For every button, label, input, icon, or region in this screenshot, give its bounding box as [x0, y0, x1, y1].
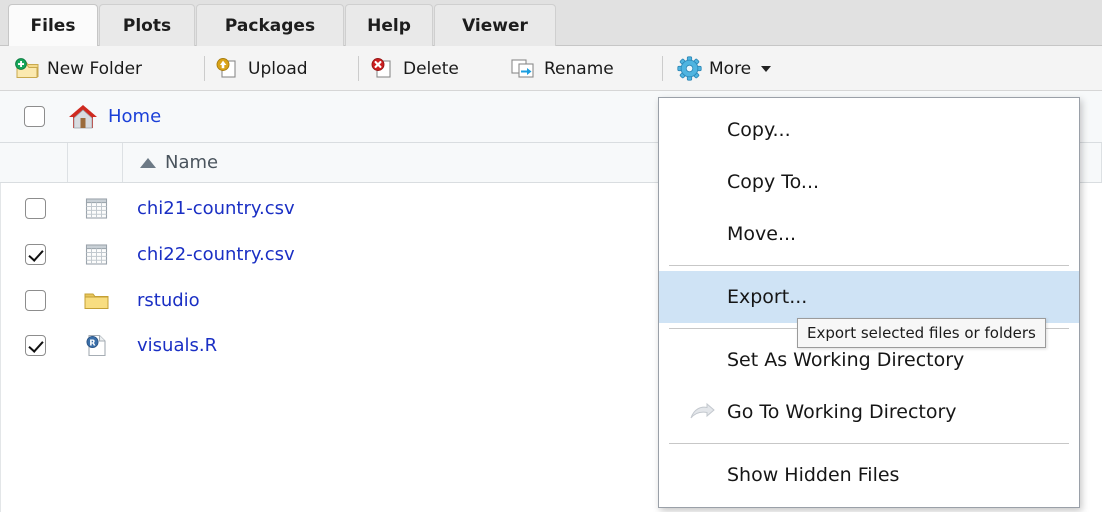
toolbar-button-label: Delete: [403, 58, 459, 79]
select-all-checkbox[interactable]: [23, 106, 45, 127]
csv-file-icon: [84, 242, 109, 267]
column-header-blank: [68, 143, 123, 182]
file-name-link[interactable]: visuals.R: [137, 335, 217, 356]
tab-packages[interactable]: Packages: [196, 4, 344, 46]
export-tooltip: Export selected files or folders: [797, 318, 1046, 348]
file-name-link[interactable]: chi22-country.csv: [137, 244, 295, 265]
new-folder-icon: [14, 57, 40, 80]
toolbar-separator: [204, 56, 205, 81]
rename-button[interactable]: Rename: [510, 46, 614, 91]
r-script-icon: R: [84, 333, 109, 358]
row-checkbox[interactable]: [24, 244, 46, 265]
upload-icon: [215, 57, 241, 80]
menu-item-show-hidden-files[interactable]: Show Hidden Files: [659, 449, 1079, 501]
menu-item-export[interactable]: Export...: [659, 271, 1079, 323]
tab-label: Plots: [122, 15, 172, 36]
file-name-link[interactable]: chi21-country.csv: [137, 198, 295, 219]
delete-button[interactable]: Delete: [370, 46, 459, 91]
row-checkbox[interactable]: [24, 198, 46, 219]
tab-files[interactable]: Files: [8, 4, 98, 46]
tab-help[interactable]: Help: [345, 4, 433, 46]
row-checkbox[interactable]: [24, 290, 46, 311]
upload-button[interactable]: Upload: [215, 46, 308, 91]
menu-item-label: Export...: [727, 286, 808, 308]
delete-icon: [370, 57, 396, 80]
menu-item-label: Move...: [727, 223, 797, 245]
menu-item-copy-to[interactable]: Copy To...: [659, 156, 1079, 208]
menu-item-copy[interactable]: Copy...: [659, 104, 1079, 156]
svg-text:R: R: [89, 338, 95, 347]
tab-strip: Files Plots Packages Help Viewer: [0, 0, 1102, 46]
tab-label: Viewer: [462, 15, 528, 36]
column-header-blank: [0, 143, 68, 182]
breadcrumb-home-link[interactable]: Home: [108, 106, 161, 127]
csv-file-icon: [84, 196, 109, 221]
menu-separator: [669, 443, 1069, 444]
toolbar-button-label: Upload: [248, 58, 308, 79]
tab-label: Help: [367, 15, 411, 36]
toolbar-separator: [662, 56, 663, 81]
tab-plots[interactable]: Plots: [99, 4, 195, 46]
files-toolbar: New Folder Upload Delete Rename More: [0, 46, 1102, 91]
toolbar-button-label: New Folder: [47, 58, 143, 79]
toolbar-button-label: More: [709, 58, 752, 79]
menu-item-go-to-working-directory[interactable]: Go To Working Directory: [659, 386, 1079, 438]
home-icon: [68, 103, 98, 130]
folder-icon: [83, 289, 110, 312]
toolbar-button-label: Rename: [544, 58, 614, 79]
row-checkbox[interactable]: [24, 335, 46, 356]
menu-separator: [669, 265, 1069, 266]
arrow-right-curved-icon: [689, 402, 715, 422]
rename-icon: [510, 57, 537, 80]
more-dropdown-menu: Copy... Copy To... Move... Export... Set As …: [658, 97, 1080, 508]
column-header-label: Name: [165, 152, 219, 173]
more-button[interactable]: More: [677, 46, 772, 91]
chevron-down-icon: [761, 65, 772, 72]
file-name-link[interactable]: rstudio: [137, 290, 200, 311]
tab-label: Files: [30, 15, 76, 36]
toolbar-separator: [358, 56, 359, 81]
menu-item-label: Show Hidden Files: [727, 464, 900, 486]
tab-viewer[interactable]: Viewer: [434, 4, 556, 46]
gear-icon: [677, 56, 702, 81]
menu-item-label: Set As Working Directory: [727, 349, 965, 371]
sort-ascending-icon: [140, 157, 156, 168]
new-folder-button[interactable]: New Folder: [14, 46, 142, 91]
tab-label: Packages: [224, 15, 316, 36]
menu-item-label: Go To Working Directory: [727, 401, 957, 423]
menu-item-label: Copy To...: [727, 171, 820, 193]
menu-item-move[interactable]: Move...: [659, 208, 1079, 260]
menu-item-label: Copy...: [727, 119, 791, 141]
